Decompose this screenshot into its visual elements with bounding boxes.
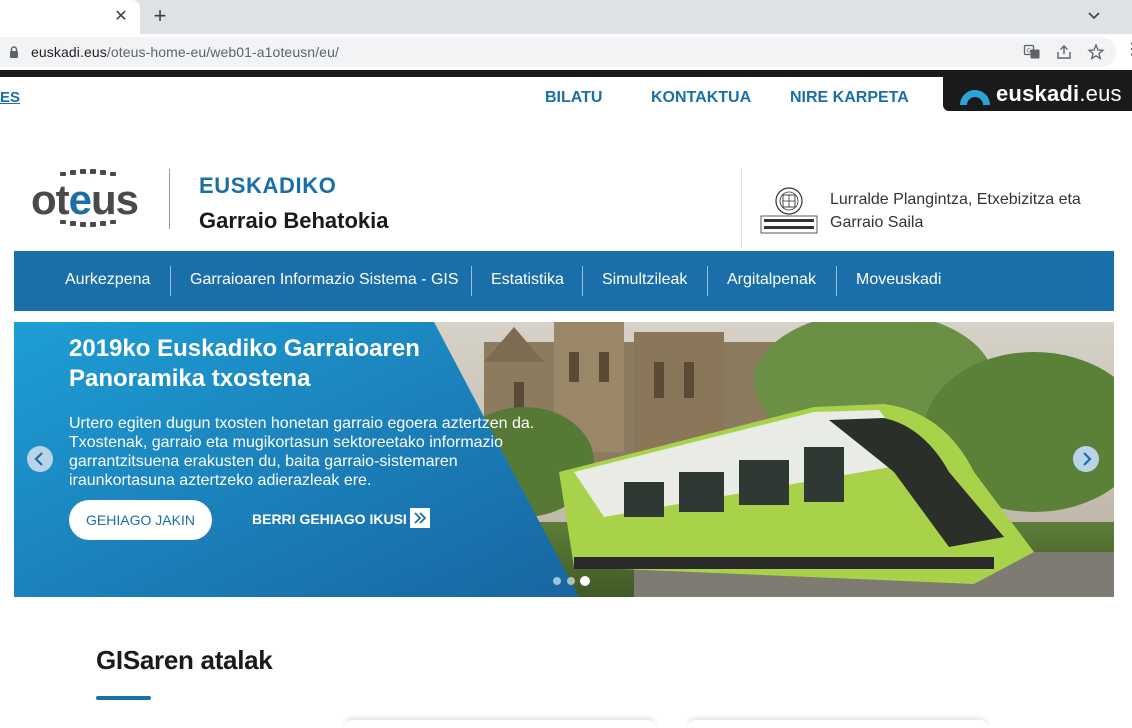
main-nav-moveuskadi[interactable]: Moveuskadi (856, 271, 941, 289)
main-nav-simultzileak[interactable]: Simultzileak (602, 271, 687, 289)
browser-menu-icon[interactable]: ⋮ (1124, 42, 1132, 58)
carousel-next-button[interactable] (1073, 446, 1099, 472)
basque-government-seal-icon[interactable] (760, 186, 818, 234)
url-path: /oteus-home-eu/web01-a1oteusn/eu/ (106, 44, 339, 60)
lock-icon[interactable] (7, 45, 21, 59)
nav-link-nire-karpeta[interactable]: NIRE KARPETA (790, 89, 909, 107)
carousel-prev-button[interactable] (27, 446, 53, 472)
header-divider (169, 169, 170, 229)
main-nav-separator (707, 266, 708, 296)
main-navigation: Aurkezpena Garraioaren Informazio Sistem… (14, 251, 1114, 311)
bookmark-star-icon[interactable] (1087, 43, 1105, 61)
main-nav-aurkezpena[interactable]: Aurkezpena (65, 271, 150, 289)
close-tab-icon[interactable]: ✕ (111, 7, 131, 27)
department-name: Lurralde Plangintza, Etxebizitza eta Gar… (830, 191, 1081, 231)
language-es-link[interactable]: ES (0, 89, 20, 106)
gehiago-jakin-button[interactable]: GEHIAGO JAKIN (69, 500, 212, 540)
logo-prefix: ot (31, 176, 70, 223)
share-icon[interactable] (1055, 43, 1073, 61)
hero-carousel: 2019ko Euskadiko Garraioaren Panoramika … (14, 322, 1114, 597)
oteus-logo[interactable]: oteus (31, 176, 139, 224)
translate-icon[interactable]: G (1023, 43, 1041, 61)
main-nav-separator (582, 266, 583, 296)
browser-tab-active[interactable]: ✕ (0, 0, 140, 34)
page-top-border (0, 70, 1132, 77)
url-host: euskadi.eus (31, 44, 107, 60)
nav-link-bilatu[interactable]: BILATU (545, 89, 602, 107)
url-text[interactable]: euskadi.eus/oteus-home-eu/web01-a1oteusn… (31, 44, 339, 60)
euskadi-eus-link[interactable]: euskadi.eus (943, 77, 1132, 111)
euskadi-logo-text: euskadi.eus (996, 81, 1122, 107)
more-news-link[interactable]: BERRI GEHIAGO IKUSI (252, 511, 407, 527)
euskadi-tld: .eus (1079, 81, 1122, 106)
section-card[interactable] (345, 720, 655, 728)
hero-title: 2019ko Euskadiko Garraioaren Panoramika … (69, 335, 420, 392)
chevron-down-icon[interactable] (1084, 6, 1104, 26)
hero-description: Urtero egiten dugun txosten honetan garr… (69, 415, 535, 489)
logo-accent: e (68, 176, 92, 223)
euskadi-arch-icon (960, 90, 990, 105)
main-nav-estatistika[interactable]: Estatistika (491, 271, 564, 289)
browser-toolbar: euskadi.eus/oteus-home-eu/web01-a1oteusn… (0, 34, 1132, 70)
site-title[interactable]: Garraio Behatokia (199, 208, 389, 234)
section-title-underline (96, 696, 151, 700)
main-nav-argitalpenak[interactable]: Argitalpenak (727, 271, 816, 289)
header-divider-right (741, 168, 742, 248)
main-nav-separator (471, 266, 472, 296)
logo-suffix: us (91, 176, 139, 223)
site-kicker: EUSKADIKO (199, 173, 337, 198)
svg-text:G: G (1027, 48, 1032, 55)
logo-dots-bottom (60, 220, 116, 227)
carousel-dot-3[interactable] (580, 576, 590, 586)
main-nav-separator (836, 266, 837, 296)
carousel-dot-1[interactable] (553, 577, 561, 585)
section-title: GISaren atalak (96, 645, 273, 675)
carousel-dot-2[interactable] (567, 577, 575, 585)
main-nav-gis[interactable]: Garraioaren Informazio Sistema - GIS (190, 271, 459, 289)
new-tab-button[interactable]: + (148, 5, 172, 29)
double-chevron-right-icon[interactable] (410, 508, 430, 528)
section-card[interactable] (688, 720, 988, 728)
main-nav-separator (170, 266, 171, 296)
euskadi-brand: euskadi (996, 81, 1080, 106)
nav-link-kontaktua[interactable]: KONTAKTUA (651, 89, 751, 107)
address-bar[interactable]: euskadi.eus/oteus-home-eu/web01-a1oteusn… (0, 37, 1116, 67)
browser-tab-strip: ✕ + (0, 0, 1132, 34)
